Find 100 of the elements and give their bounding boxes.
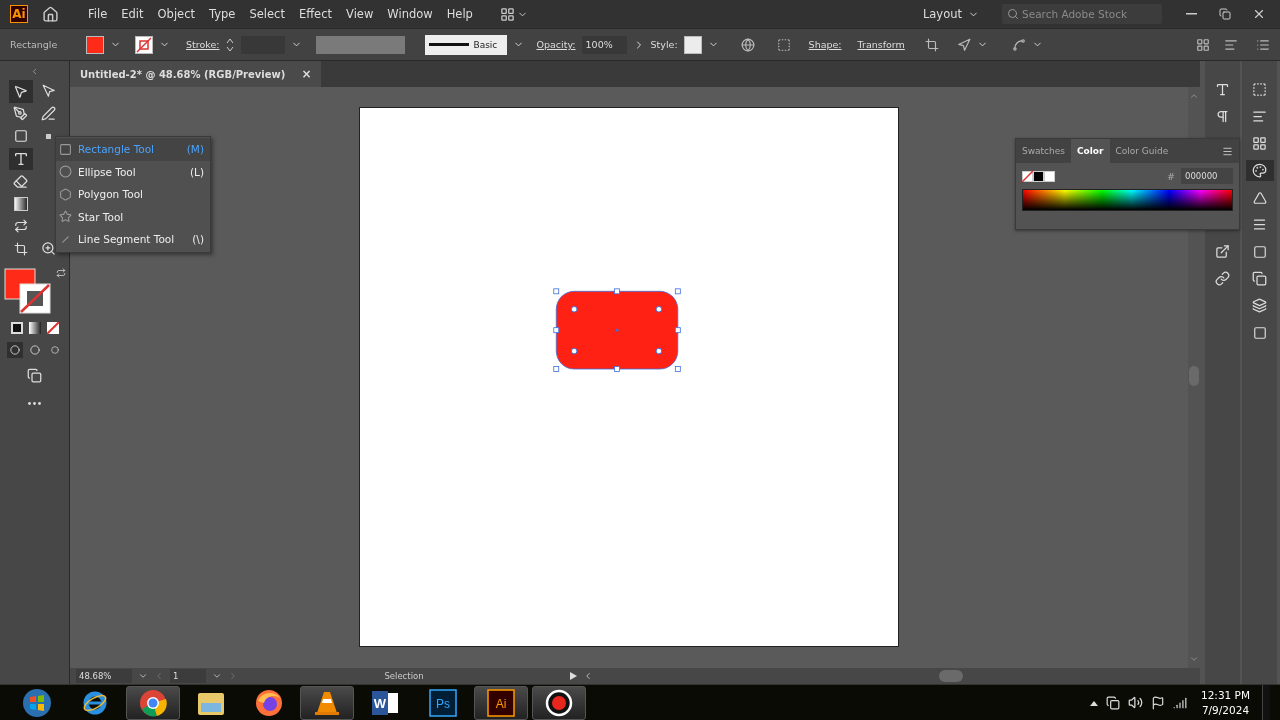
list-icon[interactable] [1256, 37, 1270, 52]
color-panel-button[interactable] [1245, 160, 1274, 181]
taskbar-app[interactable] [300, 685, 354, 720]
flyout-item[interactable]: Rectangle Tool (M) [56, 138, 210, 161]
square-icon [1252, 325, 1267, 340]
menu-item[interactable]: View [341, 4, 379, 24]
status-text: Selection [383, 671, 425, 681]
menu-item[interactable]: Type [204, 4, 241, 24]
signal-icon[interactable] [1173, 695, 1187, 710]
stroke-none-swatch[interactable] [135, 35, 153, 54]
dashed-square-icon [1252, 82, 1267, 97]
chrome-icon [139, 688, 167, 717]
gradient-mode-icon[interactable] [28, 322, 41, 334]
flyout-item[interactable]: Star Tool [56, 205, 210, 228]
flyout-item[interactable]: Polygon Tool [56, 183, 210, 206]
shape-label[interactable]: Shape: [808, 39, 842, 50]
default-swatch[interactable] [1044, 170, 1055, 182]
panel-tab[interactable]: Color Guide [1109, 139, 1175, 163]
grid-icon[interactable] [1196, 37, 1210, 52]
none-swatch[interactable] [1022, 170, 1033, 182]
dashed-square-icon[interactable] [776, 37, 791, 52]
align-left-icon[interactable] [1224, 37, 1238, 52]
swap-icon[interactable] [55, 268, 66, 278]
color-spectrum[interactable] [1022, 189, 1233, 211]
flyout-item[interactable]: Ellipse Tool (L) [56, 160, 210, 183]
opacity-field[interactable]: 100% [581, 35, 627, 54]
hex-label: # [1167, 170, 1175, 182]
opacity-label[interactable]: Opacity: [536, 39, 576, 50]
fill-swatch[interactable] [86, 35, 104, 54]
pen-icon [41, 106, 56, 122]
menu-icon [1222, 145, 1233, 157]
volume-icon[interactable] [1128, 695, 1143, 710]
gradient-icon [13, 196, 28, 211]
start-orb-icon [22, 687, 52, 718]
minimize-icon [1185, 13, 1197, 15]
collapse-icon[interactable] [30, 67, 39, 76]
pen-icon [13, 106, 28, 122]
taskbar-app[interactable]: Ai [474, 685, 528, 720]
style-swatch[interactable] [683, 35, 702, 54]
taskbar-app[interactable]: Ps [416, 685, 470, 720]
menu-item[interactable]: Help [441, 4, 478, 24]
panel-tab[interactable]: Color [1071, 139, 1110, 163]
workspace-menu[interactable]: Layout [917, 4, 984, 24]
panel-menu-button[interactable] [1222, 145, 1233, 157]
link-icon [1215, 271, 1230, 286]
none-mode-icon[interactable] [46, 322, 59, 334]
triangle-icon [1252, 190, 1267, 205]
color-mode-icon[interactable] [10, 322, 23, 334]
palette-icon [1252, 163, 1267, 178]
more-icon [28, 402, 41, 406]
flyout-item[interactable]: Line Segment Tool (\) [56, 228, 210, 251]
fill-stroke-drawing[interactable] [3, 268, 52, 314]
hex-field[interactable]: 000000 [1181, 168, 1233, 184]
variable-width-field[interactable] [316, 35, 406, 54]
align-left-icon [1252, 109, 1267, 124]
draw-normal-button[interactable] [6, 342, 23, 358]
menu-item[interactable]: Effect [293, 4, 337, 24]
menu-item[interactable]: Edit [116, 4, 149, 24]
show-hidden-icon[interactable] [1090, 699, 1098, 706]
clock[interactable]: 12:31 PM 7/9/2024 [1201, 687, 1250, 718]
menu-item[interactable]: Select [244, 4, 290, 24]
menu-item[interactable]: File [83, 4, 113, 24]
menu-item[interactable]: Window [382, 4, 438, 24]
stroke-line-icon [429, 42, 470, 47]
default-swatch[interactable] [1033, 170, 1044, 182]
selection-tool[interactable] [8, 80, 33, 103]
chevron-down-icon[interactable] [212, 671, 222, 681]
arrow-icon[interactable] [956, 37, 971, 52]
menu-item[interactable]: Object [152, 4, 200, 24]
lines-icon [1252, 217, 1267, 232]
scroll-down-icon [1189, 654, 1199, 664]
taskbar-app[interactable] [532, 685, 586, 720]
horizontal-scroll-thumb[interactable] [939, 670, 963, 682]
photoshop-icon: Ps [429, 688, 457, 717]
document-tab[interactable]: Untitled-2* @ 48.68% (RGB/Preview) × [70, 61, 322, 87]
zoom-field[interactable]: 48.68% [76, 669, 132, 683]
stroke-style-field[interactable]: Basic [425, 34, 508, 55]
rectangle-icon [59, 142, 72, 156]
artboard-field[interactable]: 1 [170, 669, 206, 683]
crop-icon[interactable] [924, 37, 939, 52]
layers-icon [1252, 298, 1267, 313]
globe-icon[interactable] [740, 37, 755, 52]
type-icon [1215, 82, 1230, 97]
search-field[interactable]: Search Adobe Stock [1002, 4, 1162, 24]
type-tool[interactable] [8, 147, 33, 170]
panel-tab[interactable]: Swatches [1016, 139, 1071, 163]
taskbar-app[interactable]: W [358, 685, 412, 720]
flag-icon[interactable] [1151, 695, 1165, 710]
screens-icon [27, 367, 42, 383]
curve-icon[interactable] [1011, 37, 1026, 52]
home-button[interactable] [42, 5, 59, 23]
close-tab-icon[interactable]: × [301, 67, 312, 81]
play-icon[interactable] [570, 672, 577, 680]
workspace-switcher[interactable] [499, 6, 528, 22]
record-icon [545, 688, 573, 717]
taskbar-app[interactable] [126, 685, 180, 720]
chevron-down-icon[interactable] [138, 671, 148, 681]
stroke-label[interactable]: Stroke: [186, 39, 220, 50]
scroll-left-icon[interactable] [583, 671, 593, 681]
transform-link[interactable]: Transform [857, 39, 905, 50]
